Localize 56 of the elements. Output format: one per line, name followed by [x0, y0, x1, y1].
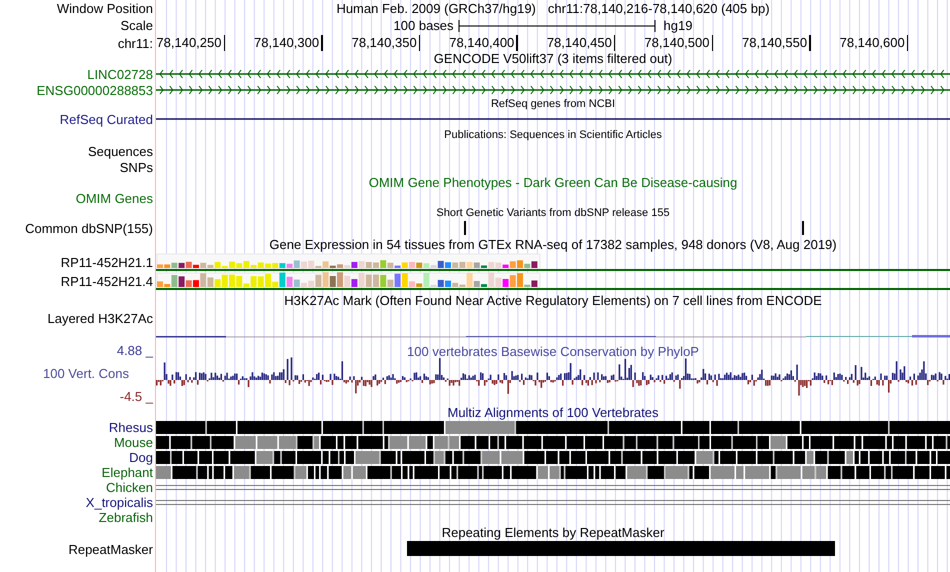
axis-max-label: 4.88 _ — [116, 343, 153, 358]
track-label[interactable]: RepeatMasker — [68, 542, 153, 556]
track-title: H3K27Ac Mark (Often Found Near Active Regulatory Elements) on 7 cell lines from ENCODE — [284, 292, 822, 310]
variant-mark — [802, 221, 804, 235]
track-title: Repeating Elements by RepeatMasker — [442, 524, 664, 542]
tick-mark — [516, 35, 518, 51]
track-label[interactable]: Mouse — [114, 435, 153, 450]
track-label[interactable]: RP11-452H21.1 — [60, 255, 153, 270]
tick-mark — [809, 35, 811, 51]
track-label[interactable]: X_tropicalis — [86, 495, 153, 510]
tick-mark — [321, 35, 323, 51]
ruler-label: 78,140,350 — [352, 34, 417, 52]
ruler-label: 78,140,450 — [546, 34, 612, 52]
track-label[interactable]: Rhesus — [108, 420, 153, 435]
track-title: RefSeq genes from NCBI — [490, 97, 616, 112]
track-label[interactable]: chr11: — [118, 36, 153, 50]
track-title: OMIM Gene Phenotypes - Dark Green Can Be Disease-causing — [368, 174, 738, 192]
track-label[interactable]: Scale — [120, 18, 153, 33]
tick-mark — [224, 35, 225, 51]
ruler-label: 78,140,250 — [156, 34, 222, 52]
scale-label: 100 bases — [394, 16, 454, 35]
tick-mark — [906, 35, 908, 51]
track-title: 100 vertebrates Basewise Conservation by PhyloP — [407, 343, 699, 361]
ruler-label: 78,140,500 — [644, 34, 710, 52]
assembly-title: Human Feb. 2009 (GRCh37/hg19) — [336, 0, 536, 18]
track-label[interactable]: OMIM Genes — [76, 190, 153, 206]
track-label[interactable]: ENSG00000288853 — [36, 82, 153, 98]
track-label[interactable]: RP11-452H21.4 — [60, 274, 153, 289]
track-title: Publications: Sequences in Scientific Articles — [444, 128, 662, 143]
track-label[interactable]: Dog — [129, 450, 153, 465]
track-label[interactable]: Elephant — [102, 465, 153, 480]
track-title: Gene Expression in 54 tissues from GTEx RNA-seq of 17382 samples, 948 donors (V8, Aug 2019) — [269, 236, 837, 254]
ruler-label: 78,140,550 — [742, 34, 808, 52]
track-label[interactable]: Zebrafish — [98, 510, 153, 525]
tick-mark — [614, 35, 616, 51]
track-label[interactable]: Sequences — [88, 144, 153, 158]
track-label[interactable]: SNPs — [120, 160, 153, 174]
track-label[interactable]: 100 Vert. Cons — [43, 366, 129, 381]
variant-mark — [464, 221, 466, 235]
ruler-label: 78,140,400 — [449, 34, 514, 52]
track-label[interactable]: LINC02728 — [87, 66, 153, 82]
tick-mark — [418, 35, 420, 51]
position-text: chr11:78,140,216-78,140,620 (405 bp) — [548, 0, 770, 18]
track-title: Short Genetic Variants from dbSNP release 155 — [436, 206, 670, 221]
track-label[interactable]: Window Position — [56, 1, 153, 16]
tick-mark — [712, 35, 713, 51]
track-label[interactable]: RefSeq Curated — [60, 112, 153, 126]
ruler-label: 78,140,600 — [840, 34, 905, 52]
track-label[interactable]: Layered H3K27Ac — [47, 311, 153, 326]
track-label[interactable]: Common dbSNP(155) — [25, 221, 153, 236]
axis-min-label: -4.5 _ — [120, 389, 153, 404]
track-title: GENCODE V50lift37 (3 items filtered out) — [434, 50, 672, 68]
ruler-label: 78,140,300 — [254, 34, 320, 52]
track-title: Multiz Alignments of 100 Vertebrates — [447, 404, 658, 422]
scale-assembly: hg19 — [664, 16, 692, 35]
track-label[interactable]: Chicken — [106, 480, 153, 495]
